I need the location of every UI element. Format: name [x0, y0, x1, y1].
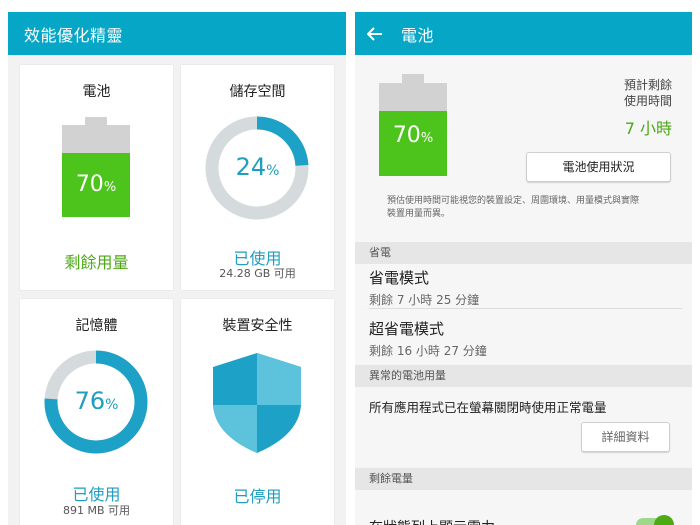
power-saving-section-header: 省電 [355, 242, 692, 264]
storage-percent-unit: % [266, 163, 280, 179]
app-bar: 效能優化精靈 [8, 12, 346, 55]
memory-card[interactable]: 記憶體 76% 已使用 891 MB 可用 [20, 299, 173, 525]
abnormal-usage-text: 所有應用程式已在螢幕關閉時使用正常電量 [369, 400, 607, 415]
battery-percent: 70 [392, 123, 421, 148]
memory-percent: 76 [74, 387, 106, 415]
battery-icon: 70% [62, 117, 130, 217]
estimate-note-line2: 裝置用量而異。 [387, 209, 451, 219]
details-button[interactable]: 詳細資料 [581, 422, 670, 452]
battery-card[interactable]: 電池 70% 剩餘用量 [20, 65, 173, 290]
power-saving-mode-item[interactable]: 省電模式 剩餘 7 小時 25 分鐘 [355, 264, 692, 308]
ultra-power-saving-mode-remaining: 剩餘 16 小時 27 分鐘 [369, 344, 487, 358]
battery-percent-unit: % [103, 180, 117, 195]
estimate-note-line1: 預估使用時間可能視您的裝置設定、周圍環境、用量模式與實際 [387, 196, 640, 206]
ultra-power-saving-mode-item[interactable]: 超省電模式 剩餘 16 小時 27 分鐘 [355, 309, 692, 364]
smart-manager-screen: 效能優化精靈 電池 70% 剩餘用量 儲存空間 24% 已使用 24.28 GB… [8, 12, 346, 525]
estimate-note: 預估使用時間可能視您的裝置設定、周圍環境、用量模式與實際 裝置用量而異。 [387, 195, 639, 221]
battery-card-title: 電池 [82, 84, 111, 100]
power-saving-mode-remaining: 剩餘 7 小時 25 分鐘 [369, 293, 480, 307]
estimate-label: 預計剩餘 使用時間 [624, 77, 672, 109]
security-status-label: 已停用 [233, 487, 282, 506]
abnormal-usage-panel: 所有應用程式已在螢幕關閉時使用正常電量 詳細資料 [355, 387, 692, 467]
estimate-value: 7 小時 [624, 119, 672, 138]
remaining-charge-section-header: 剩餘電量 [355, 468, 692, 490]
battery-icon: 70% [379, 74, 447, 176]
storage-card-title: 儲存空間 [229, 84, 286, 100]
ultra-power-saving-mode-title: 超省電模式 [369, 320, 445, 338]
back-arrow-icon[interactable] [361, 12, 389, 55]
page-title: 效能優化精靈 [24, 25, 124, 45]
battery-percent: 70 [75, 172, 104, 197]
storage-card[interactable]: 儲存空間 24% 已使用 24.28 GB 可用 [181, 65, 334, 290]
memory-available: 891 MB 可用 [62, 504, 131, 517]
status-bar-percentage-item[interactable]: 在狀態列上顯示電力 [355, 490, 692, 525]
app-bar: 電池 [355, 12, 692, 55]
power-saving-mode-title: 省電模式 [369, 269, 430, 287]
security-card[interactable]: 裝置安全性 已停用 [181, 299, 334, 525]
battery-percent-unit: % [420, 131, 434, 146]
shield-icon [213, 353, 301, 453]
storage-available: 24.28 GB 可用 [219, 267, 296, 280]
page-title: 電池 [401, 25, 435, 45]
battery-status-panel: 70% 預計剩餘 使用時間 7 小時 電池使用狀況 預估使用時間可能視您的裝置設… [355, 55, 692, 242]
status-bar-percentage-toggle[interactable] [636, 515, 674, 525]
security-card-title: 裝置安全性 [222, 318, 293, 334]
status-bar-percentage-label: 在狀態列上顯示電力 [369, 517, 495, 525]
battery-screen: 電池 70% 預計剩餘 使用時間 7 小時 電池使用狀況 預估使用時間可能視您的… [355, 12, 692, 525]
memory-percent-unit: % [105, 397, 119, 413]
battery-status-label: 剩餘用量 [64, 253, 129, 272]
abnormal-usage-section-header: 異常的電池用量 [355, 365, 692, 387]
memory-card-title: 記憶體 [75, 318, 118, 334]
estimate-label-line1: 預計剩餘 [623, 78, 672, 92]
storage-percent: 24 [235, 153, 267, 181]
battery-usage-button[interactable]: 電池使用狀況 [526, 152, 671, 182]
estimate-label-line2: 使用時間 [623, 94, 672, 108]
